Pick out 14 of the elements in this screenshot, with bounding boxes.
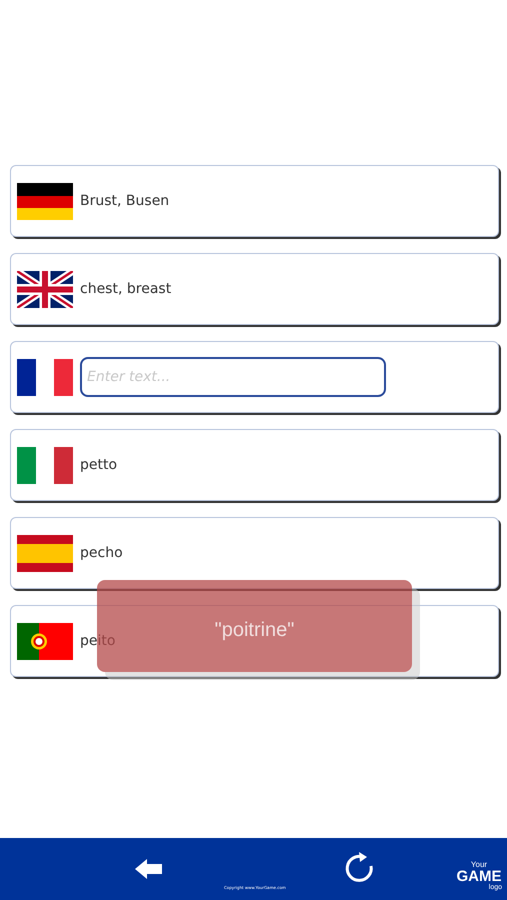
back-arrow-icon[interactable] xyxy=(135,859,163,879)
flag-icon xyxy=(17,622,73,660)
flag-icon xyxy=(17,358,73,396)
flag-icon xyxy=(17,182,73,220)
flag-icon xyxy=(17,534,73,572)
refresh-icon[interactable] xyxy=(343,851,375,885)
logo-text: Your xyxy=(470,861,488,869)
flag-icon xyxy=(17,270,73,308)
word-text: petto xyxy=(80,456,118,474)
word-text: chest, breast xyxy=(80,280,172,298)
flag-icon xyxy=(17,446,73,484)
word-text: pecho xyxy=(80,544,123,562)
logo-text: GAME xyxy=(456,869,502,884)
word-text: Brust, Busen xyxy=(80,192,170,210)
